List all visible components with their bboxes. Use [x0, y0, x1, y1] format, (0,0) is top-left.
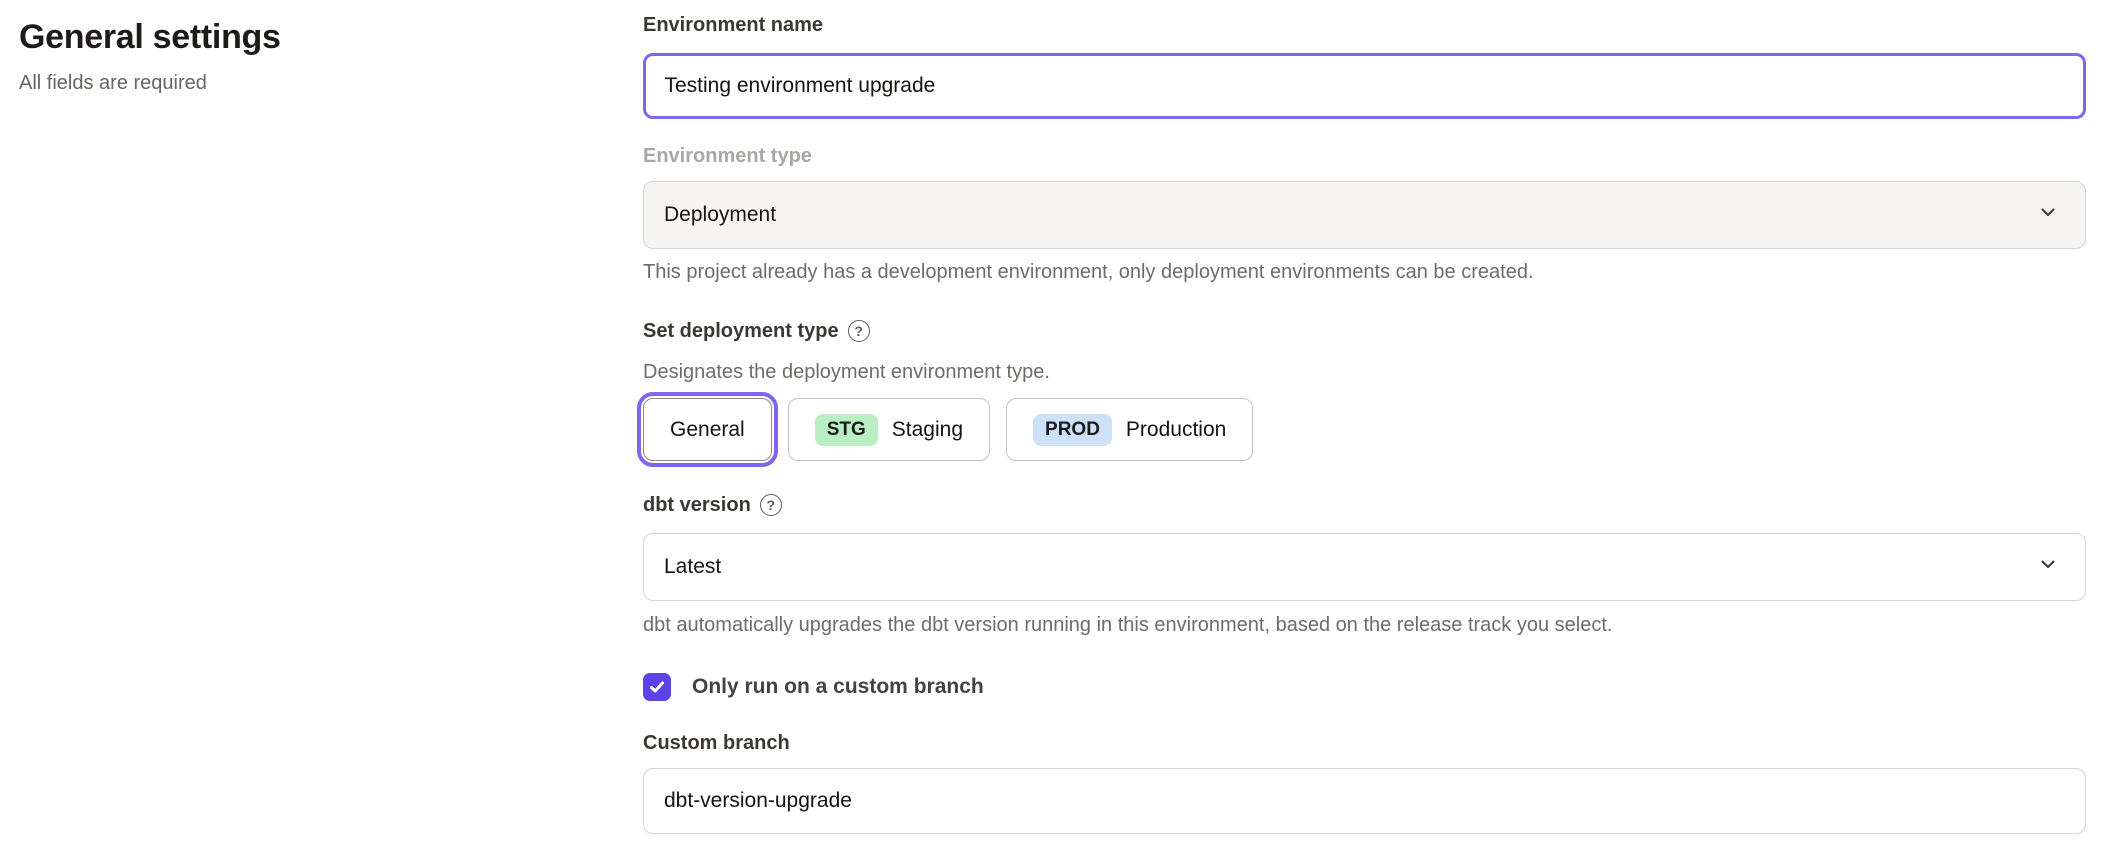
- deployment-type-label: Set deployment type ?: [643, 318, 2086, 344]
- page-subtitle: All fields are required: [19, 70, 599, 96]
- dbt-version-select[interactable]: Latest: [643, 533, 2086, 601]
- environment-settings-form: Environment name Environment type Deploy…: [643, 12, 2086, 834]
- chevron-down-icon: [2037, 201, 2059, 229]
- dbt-version-label: dbt version ?: [643, 492, 2086, 518]
- environment-name-label: Environment name: [643, 12, 2086, 38]
- custom-branch-checkbox-row: Only run on a custom branch: [643, 673, 2086, 701]
- deployment-type-general-button[interactable]: General: [643, 398, 772, 461]
- custom-branch-label: Custom branch: [643, 730, 2086, 756]
- checkmark-icon: [648, 678, 666, 696]
- custom-branch-input[interactable]: [643, 768, 2086, 834]
- deployment-type-production-button[interactable]: PROD Production: [1006, 398, 1253, 461]
- environment-type-label: Environment type: [643, 143, 2086, 169]
- settings-header: General settings All fields are required: [19, 16, 599, 96]
- help-icon[interactable]: ?: [848, 320, 870, 342]
- environment-type-helper: This project already has a development e…: [643, 258, 2086, 286]
- page-title: General settings: [19, 16, 599, 58]
- staging-badge: STG: [815, 414, 878, 446]
- dbt-version-helper: dbt automatically upgrades the dbt versi…: [643, 611, 2086, 639]
- environment-type-select: Deployment: [643, 181, 2086, 249]
- environment-type-value: Deployment: [664, 203, 776, 227]
- custom-branch-checkbox[interactable]: [643, 673, 671, 701]
- custom-branch-checkbox-label: Only run on a custom branch: [692, 675, 984, 699]
- help-icon[interactable]: ?: [760, 494, 782, 516]
- deployment-type-options: General STG Staging PROD Production: [643, 398, 2086, 461]
- production-badge: PROD: [1033, 414, 1112, 446]
- environment-name-input[interactable]: [643, 53, 2086, 119]
- deployment-type-staging-button[interactable]: STG Staging: [788, 398, 990, 461]
- chevron-down-icon: [2037, 553, 2059, 581]
- dbt-version-value: Latest: [664, 555, 721, 579]
- deployment-type-description: Designates the deployment environment ty…: [643, 358, 2086, 386]
